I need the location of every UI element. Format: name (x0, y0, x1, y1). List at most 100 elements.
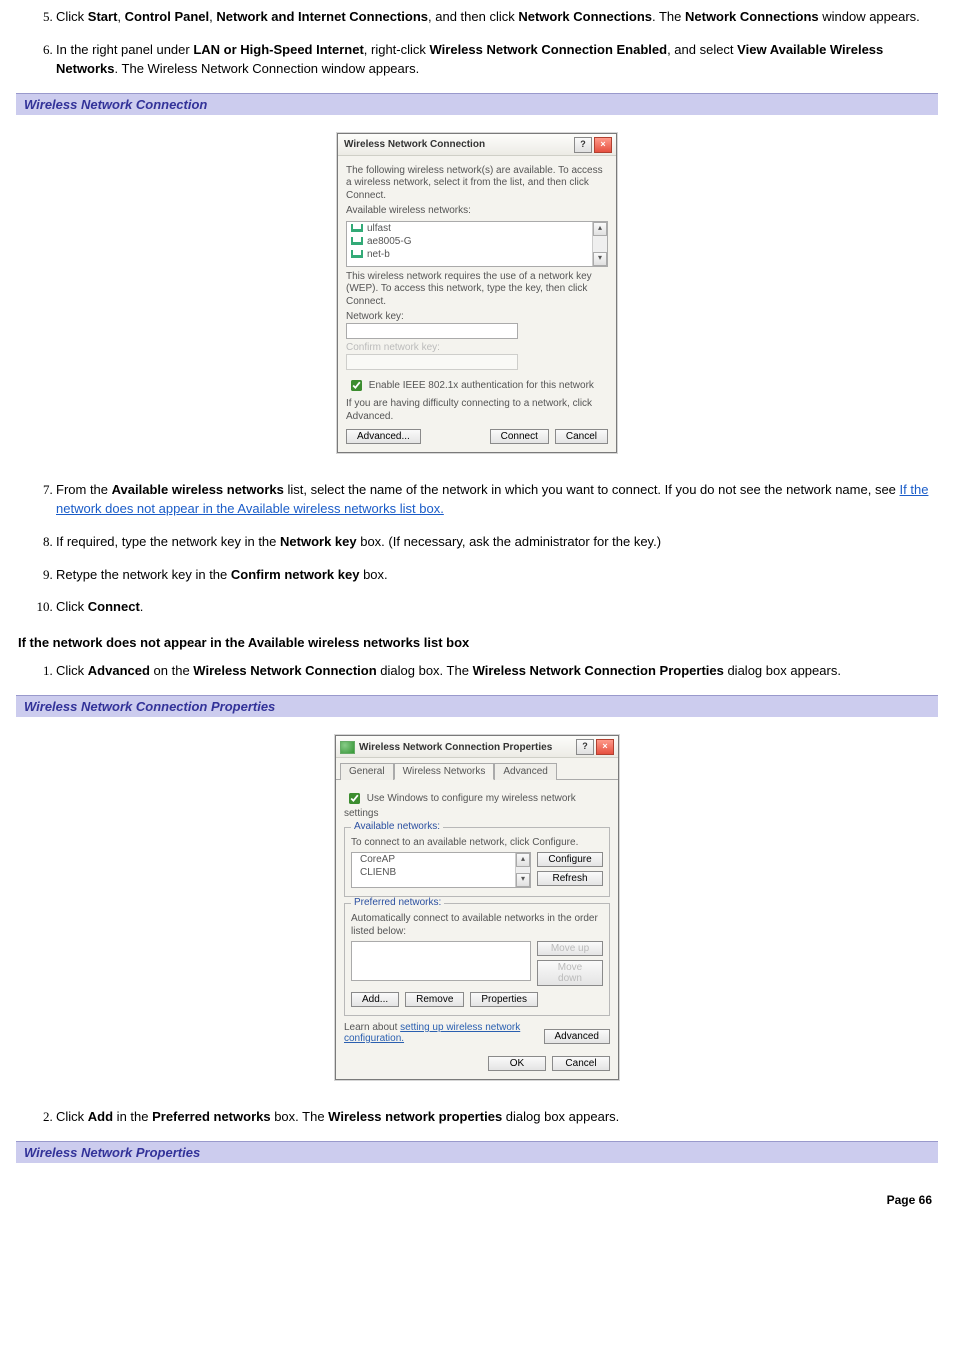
network-item[interactable]: CLIENB (352, 866, 530, 879)
cancel-button[interactable]: Cancel (555, 429, 608, 444)
scroll-up-icon[interactable]: ▴ (593, 222, 607, 236)
step-5: Click Start, Control Panel, Network and … (56, 8, 938, 27)
add-button[interactable]: Add... (351, 992, 399, 1007)
use-windows-label: Use Windows to configure my wireless net… (344, 793, 576, 819)
preferred-networks-fieldset: Preferred networks: Automatically connec… (344, 903, 610, 1016)
help-button[interactable]: ? (576, 739, 594, 755)
network-item[interactable]: ae8005-G (347, 235, 607, 248)
term: Wireless Network Connection (193, 663, 376, 678)
term: LAN or High-Speed Internet (193, 42, 363, 57)
dialog-title: Wireless Network Connection Properties (359, 742, 552, 753)
term: Available wireless networks (112, 482, 284, 497)
ieee-checkbox[interactable] (351, 380, 362, 391)
term: Network Connections (685, 9, 819, 24)
term: Wireless network properties (328, 1109, 502, 1124)
term: Advanced (88, 663, 150, 678)
connect-button[interactable]: Connect (490, 429, 549, 444)
network-item[interactable]: ulfast (347, 222, 607, 235)
term: Network Connections (518, 9, 652, 24)
term: Wireless Network Connection Properties (473, 663, 724, 678)
term: Network key (280, 534, 357, 549)
instruction-list-b: From the Available wireless networks lis… (16, 481, 938, 617)
properties-button[interactable]: Properties (470, 992, 538, 1007)
wep-note: This wireless network requires the use o… (346, 271, 608, 309)
refresh-button[interactable]: Refresh (537, 871, 603, 886)
network-item[interactable]: net-b (347, 248, 607, 261)
scroll-up-icon[interactable]: ▴ (516, 853, 530, 867)
sub-step-1: Click Advanced on the Wireless Network C… (56, 662, 938, 681)
term: Add (88, 1109, 113, 1124)
step-9: Retype the network key in the Confirm ne… (56, 566, 938, 585)
tab-wireless-networks[interactable]: Wireless Networks (394, 763, 495, 780)
wireless-connection-dialog: Wireless Network Connection ? × The foll… (337, 133, 617, 454)
section-header-1: Wireless Network Connection (16, 93, 938, 115)
available-legend: Available networks: (351, 821, 443, 832)
network-key-input[interactable] (346, 323, 518, 339)
cancel-button[interactable]: Cancel (552, 1056, 610, 1071)
section-header-2: Wireless Network Connection Properties (16, 695, 938, 717)
preferred-networks-list[interactable] (351, 941, 531, 981)
sub-step-2: Click Add in the Preferred networks box.… (56, 1108, 938, 1127)
help-button[interactable]: ? (574, 137, 592, 153)
network-item[interactable]: CoreAP (352, 853, 530, 866)
tab-advanced[interactable]: Advanced (494, 763, 556, 780)
confirm-key-label: Confirm network key: (346, 342, 608, 353)
term: Control Panel (125, 9, 210, 24)
page-number: Page 66 (16, 1193, 938, 1207)
scrollbar[interactable]: ▴ ▾ (515, 853, 530, 887)
signal-icon (351, 250, 363, 258)
learn-text: Learn about setting up wireless network … (344, 1022, 544, 1044)
signal-icon (351, 224, 363, 232)
dialog-title: Wireless Network Connection (344, 139, 485, 150)
term: Preferred networks (152, 1109, 271, 1124)
step-10: Click Connect. (56, 598, 938, 617)
available-networks-fieldset: Available networks: To connect to an ava… (344, 827, 610, 898)
confirm-key-input[interactable] (346, 354, 518, 370)
section-header-3: Wireless Network Properties (16, 1141, 938, 1163)
dialog-intro: The following wireless network(s) are av… (346, 165, 608, 203)
ieee-row: Enable IEEE 802.1x authentication for th… (346, 376, 608, 395)
ieee-label: Enable IEEE 802.1x authentication for th… (369, 380, 594, 391)
available-networks-list[interactable]: CoreAP CLIENB ▴ ▾ (351, 852, 531, 888)
term: Start (88, 9, 118, 24)
remove-button[interactable]: Remove (405, 992, 464, 1007)
network-key-label: Network key: (346, 311, 608, 322)
instruction-list-a: Click Start, Control Panel, Network and … (16, 8, 938, 79)
preferred-hint: Automatically connect to available netwo… (351, 913, 603, 938)
subsection-heading: If the network does not appear in the Av… (18, 635, 938, 650)
dialog-titlebar: Wireless Network Connection Properties ?… (336, 736, 618, 758)
text: Click (56, 9, 88, 24)
configure-button[interactable]: Configure (537, 852, 603, 867)
advanced-button[interactable]: Advanced (544, 1029, 610, 1044)
available-label: Available wireless networks: (346, 205, 608, 218)
move-up-button[interactable]: Move up (537, 941, 603, 956)
preferred-legend: Preferred networks: (351, 897, 444, 908)
instruction-list-d: Click Add in the Preferred networks box.… (16, 1108, 938, 1127)
move-down-button[interactable]: Move down (537, 960, 603, 986)
connection-icon (340, 741, 355, 754)
dialog-titlebar: Wireless Network Connection ? × (338, 134, 616, 156)
scrollbar[interactable]: ▴ ▾ (592, 222, 607, 266)
step-8: If required, type the network key in the… (56, 533, 938, 552)
term: Connect (88, 599, 140, 614)
signal-icon (351, 237, 363, 245)
available-networks-list[interactable]: ulfast ae8005-G net-b ▴ ▾ (346, 221, 608, 267)
advanced-button[interactable]: Advanced... (346, 429, 421, 444)
step-7: From the Available wireless networks lis… (56, 481, 938, 519)
term: Confirm network key (231, 567, 360, 582)
close-button[interactable]: × (594, 137, 612, 153)
available-hint: To connect to an available network, clic… (351, 837, 603, 850)
difficulty-note: If you are having difficulty connecting … (346, 398, 608, 423)
scroll-down-icon[interactable]: ▾ (516, 873, 530, 887)
term: Network and Internet Connections (216, 9, 428, 24)
tab-strip: General Wireless Networks Advanced (336, 758, 618, 780)
step-6: In the right panel under LAN or High-Spe… (56, 41, 938, 79)
scroll-down-icon[interactable]: ▾ (593, 252, 607, 266)
instruction-list-c: Click Advanced on the Wireless Network C… (16, 662, 938, 681)
use-windows-checkbox[interactable] (349, 793, 360, 804)
tab-general[interactable]: General (340, 763, 394, 780)
use-windows-row: Use Windows to configure my wireless net… (344, 789, 610, 821)
close-button[interactable]: × (596, 739, 614, 755)
wireless-properties-dialog: Wireless Network Connection Properties ?… (335, 735, 619, 1080)
ok-button[interactable]: OK (488, 1056, 546, 1071)
